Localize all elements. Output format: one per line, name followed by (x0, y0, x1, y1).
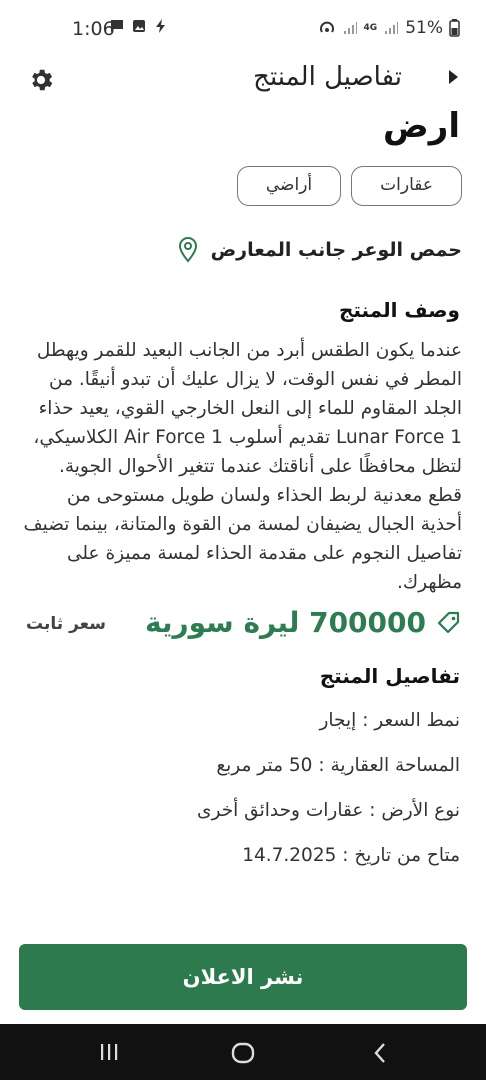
product-description: عندما يكون الطقس أبرد من الجانب البعيد ل… (23, 340, 463, 593)
gear-icon[interactable] (27, 66, 55, 94)
detail-value: 50 متر مربع (216, 755, 313, 776)
detail-price-mode: نمط السعر : إيجار (319, 710, 460, 731)
top-app-bar: تفاصيل المنتج (0, 60, 486, 104)
detail-key: نمط السعر : (362, 710, 460, 731)
back-arrow-icon[interactable] (449, 70, 458, 84)
product-title: ارض (383, 106, 460, 146)
battery-percent: 51% (405, 18, 443, 38)
price-row: 700000 ليرة سورية سعر ثابت (0, 600, 486, 648)
price-tag-icon (437, 611, 460, 634)
system-nav-bar (0, 1024, 486, 1080)
detail-land-type: نوع الأرض : عقارات وحدائق أخرى (197, 800, 460, 821)
page-title: تفاصيل المنتج (253, 62, 402, 92)
detail-key: متاح من تاريخ : (342, 845, 460, 866)
details-heading: تفاصيل المنتج (319, 664, 460, 688)
detail-key: المساحة العقارية : (318, 755, 460, 776)
back-nav-icon[interactable] (372, 1042, 388, 1064)
detail-area: المساحة العقارية : 50 متر مربع (216, 755, 460, 776)
signal-icon-2 (385, 22, 399, 34)
signal-icon (343, 22, 357, 34)
notification-icons (110, 19, 168, 33)
location-row: حمص الوعر جانب المعارض (177, 236, 462, 264)
home-icon[interactable] (231, 1042, 255, 1064)
chip-subcategory[interactable]: أراضي (236, 166, 342, 206)
status-right: 4G 51% (318, 18, 460, 38)
recents-icon[interactable] (98, 1042, 120, 1062)
image-icon (133, 20, 145, 32)
detail-value: إيجار (319, 710, 357, 731)
description-heading: وصف المنتج (338, 298, 460, 322)
price-type-label: سعر ثابت (26, 614, 106, 634)
location-pin-icon (178, 236, 197, 263)
detail-value: عقارات وحدائق أخرى (197, 800, 364, 821)
flash-icon (156, 19, 165, 33)
message-icon (111, 20, 123, 32)
location-text: حمص الوعر جانب المعارض (210, 239, 462, 261)
detail-available-date: متاح من تاريخ : 14.7.2025 (242, 845, 460, 866)
category-chips: عقارات أراضي (236, 166, 462, 206)
publish-button[interactable]: نشر الاعلان (19, 944, 467, 1010)
chip-category[interactable]: عقارات (351, 166, 462, 206)
status-time: 1:06 (72, 18, 115, 40)
detail-key: نوع الأرض : (369, 800, 460, 821)
network-type: 4G (363, 23, 378, 33)
product-price: 700000 ليرة سورية (145, 606, 426, 639)
status-bar: 1:06 4G 51% (0, 0, 486, 58)
hotspot-icon (319, 21, 334, 33)
detail-value: 14.7.2025 (242, 845, 337, 866)
battery-icon (449, 19, 460, 37)
